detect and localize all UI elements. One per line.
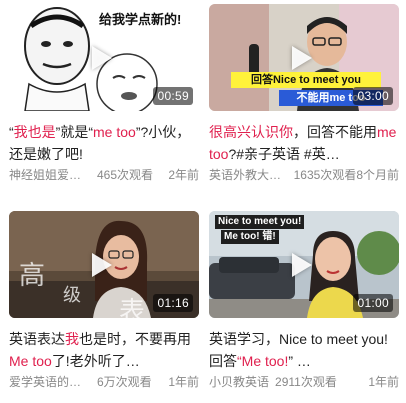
video-title[interactable]: 英语学习，Nice to meet you! 回答“Me too!” …	[209, 328, 399, 372]
play-icon[interactable]	[292, 46, 312, 70]
duration-badge: 01:00	[353, 294, 393, 312]
play-icon[interactable]	[92, 253, 112, 277]
video-thumbnail[interactable]: 高 级 表 01:16	[9, 211, 199, 318]
view-count: 1635次观看	[293, 168, 357, 182]
play-icon[interactable]	[92, 46, 112, 70]
thumbnail-caption: 高	[19, 261, 46, 291]
video-grid: 给我学点新的! 00:59 “我也是”就是“me too”?小伙，还是嫩了吧! …	[0, 0, 406, 403]
duration-badge: 03:00	[353, 87, 393, 105]
view-count: 2911次观看	[275, 375, 337, 389]
thumbnail-caption: Nice to meet you!	[215, 215, 305, 229]
author-name[interactable]: 小贝教英语	[209, 374, 269, 390]
thumbnail-caption: 表	[119, 297, 146, 318]
view-count: 6万次观看	[97, 375, 152, 389]
view-count: 465次观看	[97, 168, 154, 182]
thumbnail-caption: Me too! 错!	[221, 230, 279, 244]
video-title[interactable]: “我也是”就是“me too”?小伙，还是嫩了吧!	[9, 121, 199, 165]
play-icon[interactable]	[292, 253, 312, 277]
video-card[interactable]: 高 级 表 01:16 英语表达我也是时，不要再用Me too了!老外听了… 爱…	[9, 211, 199, 390]
video-meta: 小贝教英语 2911次观看 1年前	[209, 374, 399, 390]
author-name[interactable]: 爱学英语的小…	[9, 374, 91, 390]
duration-badge: 00:59	[153, 87, 193, 105]
upload-age: 8个月前	[356, 168, 399, 182]
thumbnail-caption: 回答Nice to meet you	[250, 74, 362, 86]
video-title[interactable]: 英语表达我也是时，不要再用Me too了!老外听了…	[9, 328, 199, 372]
video-card[interactable]: 给我学点新的! 00:59 “我也是”就是“me too”?小伙，还是嫩了吧! …	[9, 4, 199, 183]
video-card[interactable]: 回答Nice to meet you 不能用me too 03:00 很高兴认识…	[209, 4, 399, 183]
author-name[interactable]: 英语外教大卫…	[209, 167, 288, 183]
video-meta: 爱学英语的小… 6万次观看 1年前	[9, 374, 199, 390]
video-title[interactable]: 很高兴认识你，回答不能用me too?#亲子英语 #英…	[209, 121, 399, 165]
video-card[interactable]: Nice to meet you! Me too! 错! 01:00 英语学习，…	[209, 211, 399, 390]
video-thumbnail[interactable]: 回答Nice to meet you 不能用me too 03:00	[209, 4, 399, 111]
upload-age: 1年前	[368, 375, 399, 389]
upload-age: 2年前	[168, 168, 199, 182]
duration-badge: 01:16	[153, 294, 193, 312]
upload-age: 1年前	[168, 375, 199, 389]
video-meta: 神经姐姐爱英… 465次观看 2年前	[9, 167, 199, 183]
thumbnail-caption: 级	[63, 285, 81, 306]
video-thumbnail[interactable]: 给我学点新的! 00:59	[9, 4, 199, 111]
video-thumbnail[interactable]: Nice to meet you! Me too! 错! 01:00	[209, 211, 399, 318]
author-name[interactable]: 神经姐姐爱英…	[9, 167, 91, 183]
video-meta: 英语外教大卫… 1635次观看 8个月前	[209, 167, 399, 183]
thumbnail-caption: 给我学点新的!	[99, 12, 182, 27]
